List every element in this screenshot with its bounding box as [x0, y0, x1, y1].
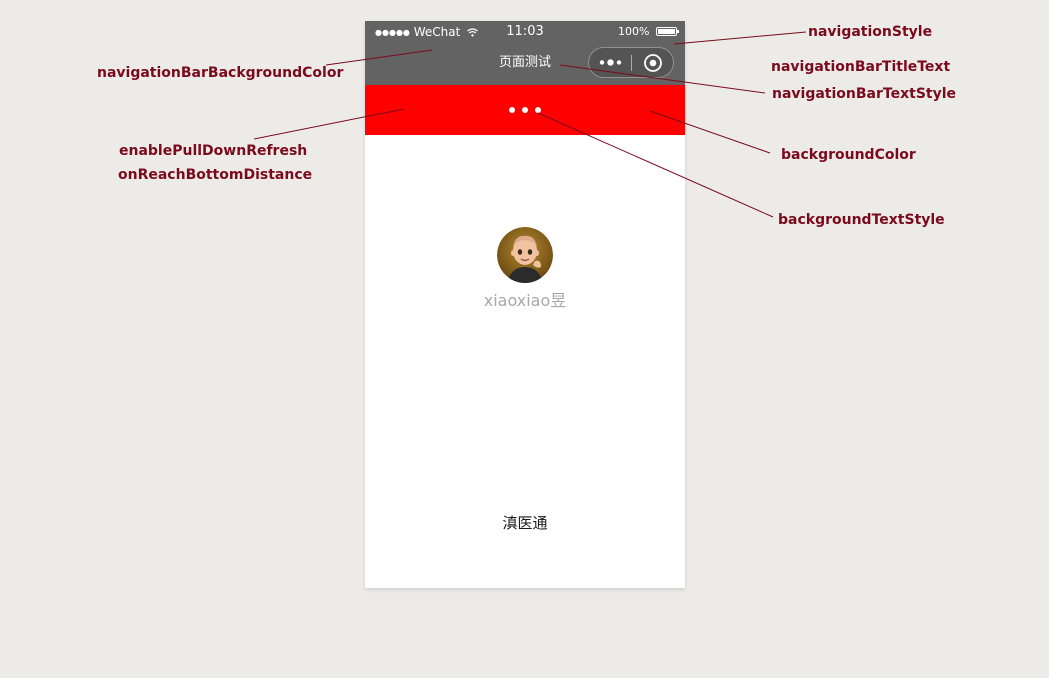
loading-dots-icon — [509, 107, 541, 113]
avatar[interactable] — [497, 227, 553, 283]
navigation-bar: ●●●●● WeChat 11:03 100% 页面测试 — [365, 21, 685, 85]
battery-icon — [656, 27, 679, 36]
phone-preview: ●●●●● WeChat 11:03 100% 页面测试 xiaoxiao昱 滇… — [365, 21, 685, 588]
annotation-backgroundColor: backgroundColor — [781, 147, 916, 163]
annotation-onReachBottomDistance: onReachBottomDistance — [118, 167, 313, 183]
annotation-navigationBarBackgroundColor: navigationBarBackgroundColor — [97, 65, 344, 81]
annotation-navigationBarTitleText: navigationBarTitleText — [771, 59, 951, 75]
annotation-enablePullDownRefresh: enablePullDownRefresh — [119, 143, 308, 159]
more-icon[interactable] — [598, 48, 624, 77]
battery-percent: 100% — [618, 25, 650, 38]
leader-navigationStyle — [673, 31, 807, 45]
pull-down-refresh-area — [365, 85, 685, 135]
close-target-icon[interactable] — [643, 53, 663, 73]
battery-status: 100% — [618, 21, 679, 43]
navigation-bar-title: 页面测试 — [498, 55, 551, 70]
capsule-divider — [631, 55, 632, 71]
annotation-navigationStyle: navigationStyle — [808, 24, 933, 40]
footer-text: 滇医通 — [502, 514, 548, 532]
user-nickname: xiaoxiao昱 — [483, 291, 567, 310]
status-bar: ●●●●● WeChat 11:03 100% — [365, 21, 685, 43]
menu-capsule — [588, 47, 674, 78]
annotation-backgroundTextStyle: backgroundTextStyle — [778, 212, 945, 228]
cartoon-avatar-icon — [497, 227, 553, 283]
annotation-navigationBarTextStyle: navigationBarTextStyle — [772, 86, 957, 102]
